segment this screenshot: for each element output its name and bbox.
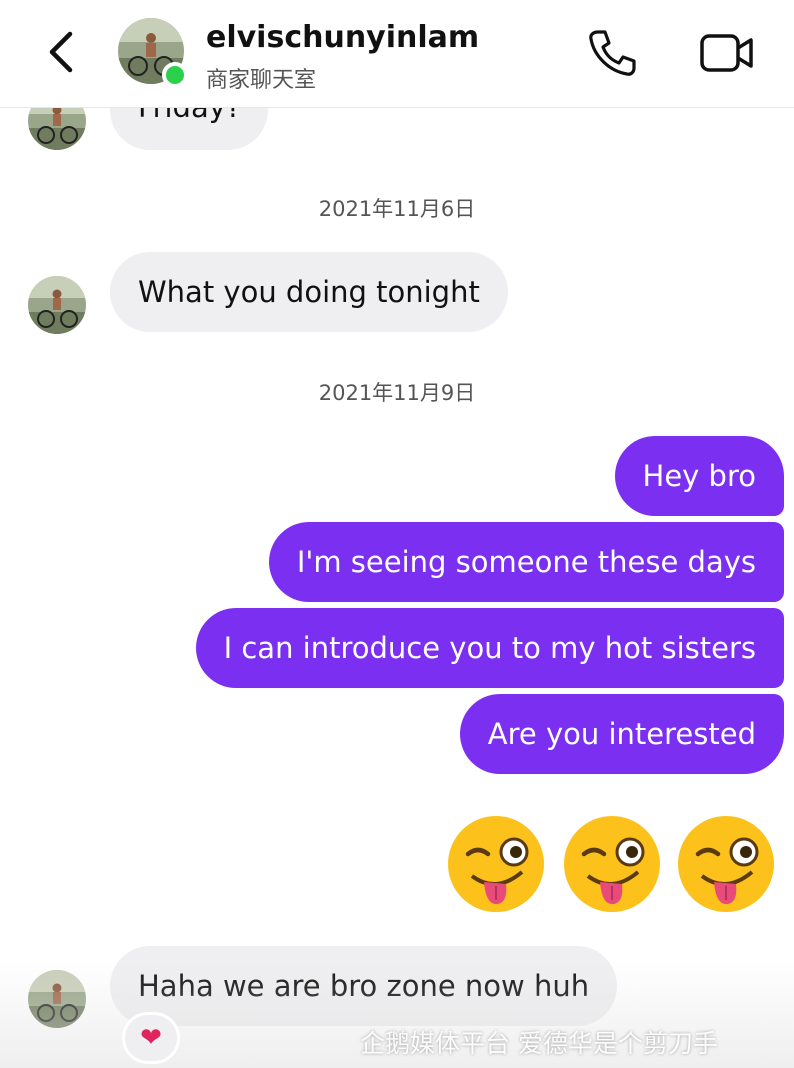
incoming-message-bubble[interactable]: What you doing tonight (110, 252, 508, 332)
video-camera-icon (700, 34, 753, 72)
incoming-message-bubble[interactable]: Haha we are bro zone now huh (110, 946, 618, 1026)
winking-tongue-emoji (678, 816, 774, 912)
chat-header: elvischunyinlam 商家聊天室 (0, 0, 794, 108)
sender-avatar[interactable] (28, 970, 86, 1028)
message-text: Haha we are bro zone now huh (138, 969, 590, 1003)
outgoing-message-bubble[interactable]: I'm seeing someone these days (268, 522, 784, 602)
winking-tongue-emoji (564, 816, 660, 912)
reaction-badge[interactable]: ❤ (122, 1012, 180, 1064)
phone-icon (589, 30, 636, 76)
back-button[interactable] (40, 28, 84, 76)
date-separator: 2021年11月6日 (318, 197, 476, 221)
outgoing-message-bubble[interactable]: Hey bro (614, 436, 784, 516)
heart-icon: ❤ (140, 1023, 162, 1053)
message-text: I'm seeing someone these days (296, 545, 756, 579)
chevron-left-icon (49, 31, 73, 73)
message-text: I can introduce you to my hot sisters (223, 631, 756, 665)
emoji-message[interactable]: 😜😜😜 (446, 812, 782, 918)
sender-avatar[interactable] (28, 276, 86, 334)
call-button[interactable] (584, 26, 638, 80)
message-text: Are you interested (487, 717, 756, 751)
outgoing-message-bubble[interactable]: Are you interested (459, 694, 784, 774)
message-text: Hey bro (642, 459, 756, 493)
outgoing-message-bubble[interactable]: I can introduce you to my hot sisters (195, 608, 784, 688)
online-status-dot (162, 62, 188, 88)
winking-tongue-emoji (448, 816, 544, 912)
header-username[interactable]: elvischunyinlam (206, 20, 479, 55)
watermark: 企鹅媒体平台 爱德华是个剪刀手 (360, 1029, 718, 1058)
message-text: What you doing tonight (138, 275, 480, 309)
header-subtitle: 商家聊天室 (206, 68, 317, 93)
video-call-button[interactable] (698, 28, 756, 78)
date-separator: 2021年11月9日 (318, 381, 476, 405)
